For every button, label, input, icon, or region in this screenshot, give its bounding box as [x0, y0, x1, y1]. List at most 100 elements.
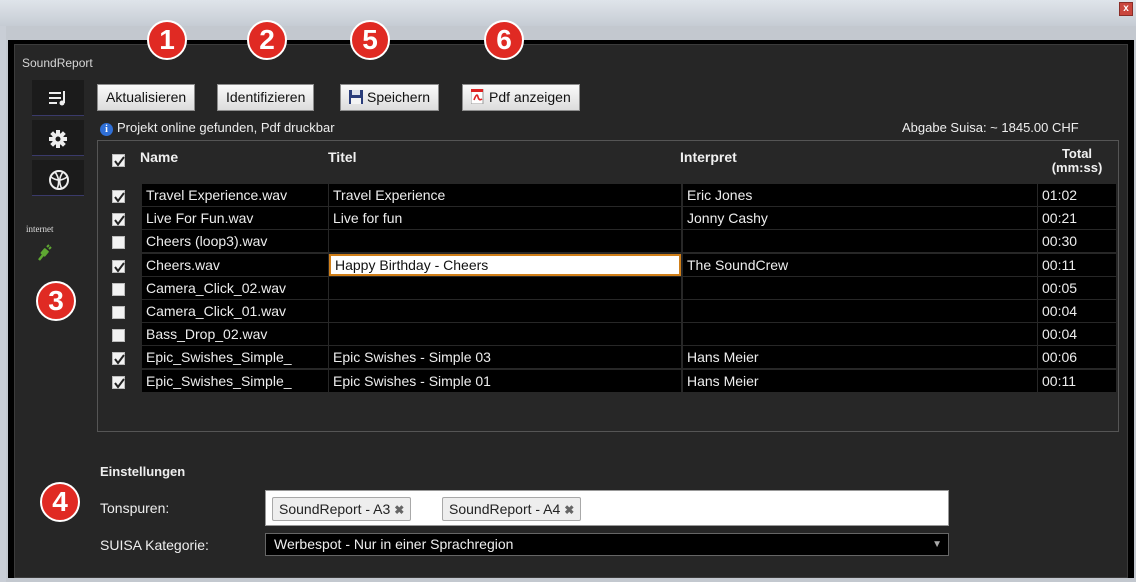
row-checkbox[interactable] [112, 213, 125, 227]
cell-name[interactable]: Cheers (loop3).wav [142, 230, 328, 253]
cell-total[interactable]: 00:05 [1038, 276, 1116, 299]
cell-name[interactable]: Bass_Drop_02.wav [142, 323, 328, 346]
track-tag-label: SoundReport - A4 [449, 501, 561, 517]
callout-badge: 3 [36, 281, 76, 321]
row-checkbox[interactable] [112, 282, 125, 296]
cell-artist[interactable]: Hans Meier [683, 346, 1037, 369]
callout-badge: 4 [40, 482, 80, 522]
cell-name[interactable]: Live For Fun.wav [142, 207, 328, 230]
cell-title[interactable] [329, 276, 681, 299]
track-tag-label: SoundReport - A3 [279, 501, 391, 517]
table-row[interactable]: Camera_Click_01.wav 00:04 [98, 300, 1118, 323]
column-header-name[interactable]: Name [140, 149, 178, 165]
callout-badge: 6 [484, 20, 524, 60]
gear-icon [49, 130, 67, 148]
row-checkbox[interactable] [112, 375, 125, 389]
cell-artist[interactable] [683, 300, 1037, 322]
row-checkbox[interactable] [112, 352, 125, 366]
plug-connected-icon [38, 244, 52, 261]
table-row[interactable]: Camera_Click_02.wav 00:05 [98, 276, 1118, 300]
tracks-table: Name Titel Interpret Total (mm:ss) Trave… [97, 140, 1119, 432]
globe-icon [49, 170, 69, 190]
cell-title[interactable]: Epic Swishes - Simple 03 [329, 346, 681, 369]
close-window-button[interactable]: x [1119, 2, 1133, 16]
sidebar-item-playlist[interactable] [32, 80, 84, 116]
cell-title[interactable]: Live for fun [329, 207, 681, 230]
show-pdf-button[interactable]: Pdf anzeigen [462, 84, 580, 111]
settings-title: Einstellungen [100, 464, 186, 479]
cell-artist[interactable] [683, 230, 1037, 253]
remove-tag-icon[interactable]: ✖ [564, 503, 574, 517]
identify-button[interactable]: Identifizieren [217, 84, 315, 111]
column-header-title[interactable]: Titel [328, 149, 357, 165]
save-button[interactable]: Speichern [340, 84, 440, 111]
cell-artist[interactable]: Jonny Cashy [683, 207, 1037, 230]
row-checkbox[interactable] [112, 329, 125, 343]
cell-total[interactable]: 00:30 [1038, 230, 1116, 253]
column-header-total-label: Total [1061, 146, 1093, 161]
table-row[interactable]: Epic_Swishes_Simple_ Epic Swishes - Simpl… [98, 346, 1118, 369]
callout-badge: 1 [147, 20, 187, 60]
sidebar-item-online[interactable] [32, 160, 84, 196]
tracks-label: Tonspuren: [100, 500, 170, 516]
cell-name[interactable]: Travel Experience.wav [142, 184, 328, 206]
column-header-artist[interactable]: Interpret [680, 149, 737, 165]
cell-total[interactable]: 00:06 [1038, 346, 1116, 369]
cell-total[interactable]: 00:04 [1038, 323, 1116, 346]
connection-status-label: internet [26, 224, 54, 234]
sidebar-item-settings[interactable] [32, 120, 84, 156]
cell-name[interactable]: Camera_Click_01.wav [142, 300, 328, 322]
cell-name[interactable]: Epic_Swishes_Simple_ [142, 346, 328, 369]
table-row[interactable]: Cheers.wav Happy Birthday - Cheers The Sou… [98, 253, 1118, 277]
callout-badge: 5 [350, 20, 390, 60]
cell-total[interactable]: 01:02 [1038, 184, 1116, 206]
remove-tag-icon[interactable]: ✖ [394, 503, 404, 517]
info-icon: i [100, 123, 113, 136]
save-button-label: Speichern [367, 89, 431, 105]
cell-artist[interactable] [683, 276, 1037, 299]
cell-title[interactable] [329, 323, 681, 346]
suisa-category-label: SUISA Kategorie: [100, 537, 209, 553]
cell-title[interactable] [329, 230, 681, 253]
cell-name[interactable]: Epic_Swishes_Simple_ [142, 369, 328, 392]
floppy-disk-icon [349, 90, 363, 104]
track-tag[interactable]: SoundReport - A4 ✖ [442, 497, 582, 521]
row-checkbox[interactable] [112, 306, 125, 319]
table-row[interactable]: Epic_Swishes_Simple_ Epic Swishes - Simpl… [98, 369, 1118, 393]
tracks-tag-input[interactable]: SoundReport - A3 ✖ SoundReport - A4 ✖ [265, 490, 949, 526]
cell-title[interactable] [329, 300, 681, 322]
row-checkbox[interactable] [112, 259, 125, 273]
identify-button-label: Identifizieren [226, 89, 306, 105]
show-pdf-button-label: Pdf anzeigen [489, 89, 571, 105]
row-checkbox[interactable] [112, 236, 125, 250]
column-header-total[interactable]: Total (mm:ss) [1038, 147, 1116, 175]
cell-name[interactable]: Camera_Click_02.wav [142, 276, 328, 299]
chevron-down-icon: ▼ [932, 539, 942, 550]
suisa-category-select[interactable]: Werbespot - Nur in einer Sprachregion ▼ [265, 533, 949, 556]
cell-title[interactable]: Happy Birthday - Cheers [329, 253, 681, 276]
table-row[interactable]: Cheers (loop3).wav 00:30 [98, 230, 1118, 253]
cell-total[interactable]: 00:11 [1038, 369, 1116, 392]
app-title: SoundReport [22, 56, 93, 70]
cell-title[interactable]: Travel Experience [329, 184, 681, 206]
cell-name[interactable]: Cheers.wav [142, 253, 328, 276]
track-tag[interactable]: SoundReport - A3 ✖ [272, 497, 412, 521]
callout-badge: 2 [247, 20, 287, 60]
table-row[interactable]: Bass_Drop_02.wav 00:04 [98, 323, 1118, 346]
cell-total[interactable]: 00:11 [1038, 253, 1116, 276]
cell-artist[interactable]: The SoundCrew [683, 253, 1037, 276]
cell-title[interactable]: Epic Swishes - Simple 01 [329, 369, 681, 392]
cell-artist[interactable]: Hans Meier [683, 369, 1037, 392]
cell-artist[interactable]: Eric Jones [683, 184, 1037, 206]
cell-artist[interactable] [683, 323, 1037, 346]
table-row[interactable]: Live For Fun.wav Live for fun Jonny Cashy 0… [98, 207, 1118, 230]
cell-total[interactable]: 00:21 [1038, 207, 1116, 230]
refresh-button[interactable]: Aktualisieren [97, 84, 196, 111]
cell-total[interactable]: 00:04 [1038, 300, 1116, 322]
suisa-fee: Abgabe Suisa: ~ 1845.00 CHF [902, 120, 1079, 135]
pdf-icon [471, 89, 484, 104]
table-row[interactable]: Travel Experience.wav Travel Experience Er… [98, 184, 1118, 207]
online-status-message: i Projekt online gefunden, Pdf druckbar [100, 120, 335, 136]
select-all-checkbox[interactable] [112, 154, 125, 167]
row-checkbox[interactable] [112, 190, 125, 203]
